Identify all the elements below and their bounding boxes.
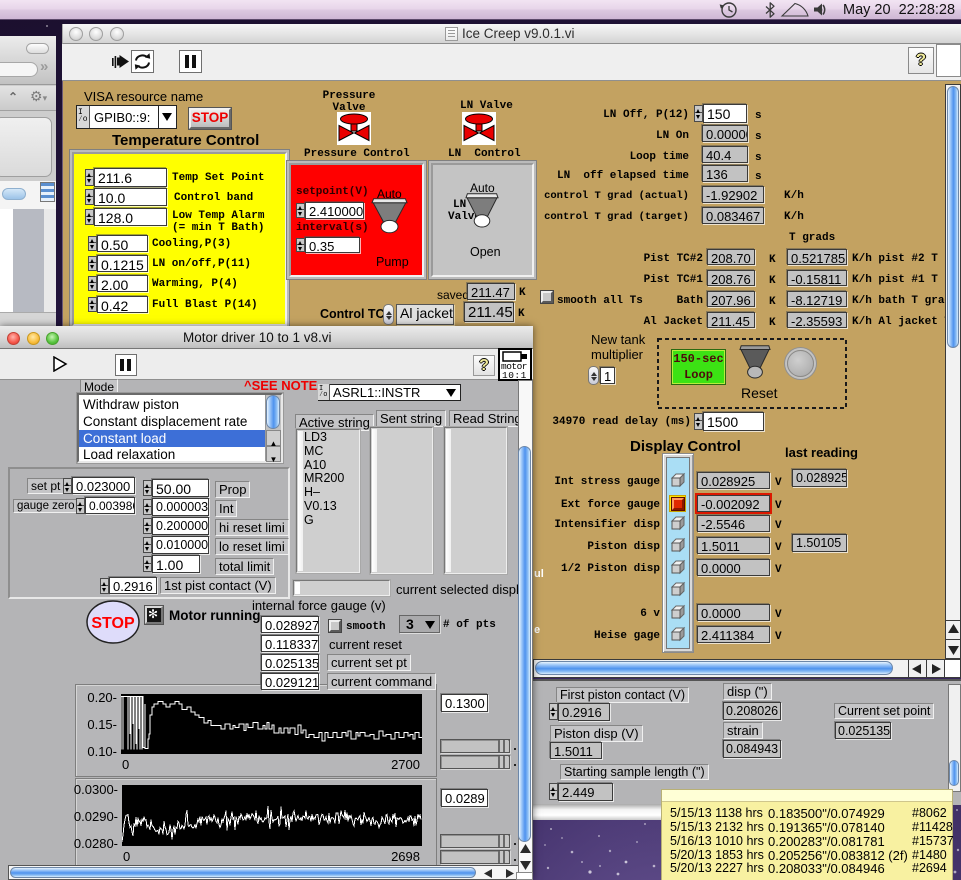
svg-text:STOP: STOP	[91, 615, 135, 632]
